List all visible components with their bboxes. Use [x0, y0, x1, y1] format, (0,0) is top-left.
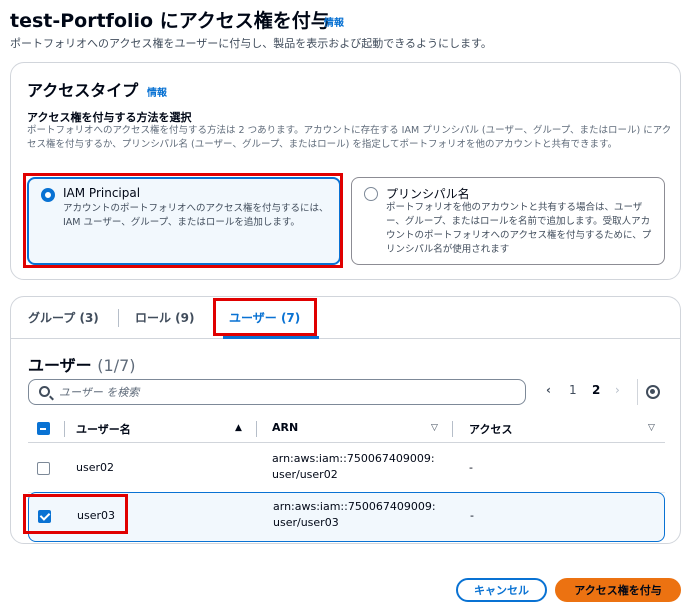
arn-cell: arn:aws:iam::750067409009:user/user03 — [273, 500, 436, 529]
table-row-selected[interactable]: user03 arn:aws:iam::750067409009:user/us… — [28, 492, 665, 542]
gear-icon[interactable] — [646, 385, 660, 399]
access-type-panel: アクセスタイプ 情報 アクセス権を付与する方法を選択 ポートフォリオへのアクセス… — [10, 62, 681, 280]
principals-panel: グループ (3) ロール (9) ユーザー (7) ユーザー (1/7) ‹ 1… — [10, 296, 681, 544]
pagination-page-1[interactable]: 1 — [569, 383, 577, 397]
title-info-link[interactable]: 情報 — [324, 14, 344, 29]
sort-icon[interactable]: ▽ — [431, 423, 438, 433]
access-type-title: アクセスタイプ — [27, 81, 139, 100]
page-description: ポートフォリオへのアクセス権をユーザーに付与し、製品を表示および起動できるように… — [10, 37, 492, 50]
principal-name-tile[interactable]: プリンシパル名 ポートフォリオを他のアカウントと共有する場合は、ユーザー、グルー… — [351, 177, 665, 265]
table-header: ユーザー名 ▲ ARN ▽ アクセス ▽ — [28, 415, 665, 443]
access-method-description: ポートフォリオへのアクセス権を付与する方法は 2 つあります。アカウントに存在す… — [27, 125, 672, 150]
column-header-username[interactable]: ユーザー名 — [76, 421, 131, 437]
user-name-cell: user02 — [76, 461, 114, 474]
sort-asc-icon[interactable]: ▲ — [235, 423, 242, 433]
table-row[interactable]: user02 arn:aws:iam::750067409009:user/us… — [28, 445, 665, 493]
search-box[interactable] — [28, 379, 526, 405]
pagination-page-2[interactable]: 2 — [592, 383, 600, 397]
principal-name-description: ポートフォリオを他のアカウントと共有する場合は、ユーザー、グループ、またはロール… — [386, 202, 652, 255]
access-method-label: アクセス権を付与する方法を選択 — [27, 111, 192, 124]
page-title: test-Portfolio にアクセス権を付与 — [10, 10, 330, 32]
column-separator — [452, 421, 453, 437]
user-name-cell: user03 — [77, 509, 115, 522]
sort-icon[interactable]: ▽ — [648, 423, 655, 433]
column-separator — [256, 421, 257, 437]
tab-groups[interactable]: グループ (3) — [28, 309, 99, 326]
row-checkbox[interactable] — [37, 462, 50, 475]
tab-users[interactable]: ユーザー (7) — [229, 309, 300, 326]
table-title: ユーザー (1/7) — [28, 352, 136, 376]
pagination-next-button[interactable]: › — [615, 383, 620, 397]
tab-separator — [118, 309, 119, 327]
cancel-button[interactable]: キャンセル — [456, 578, 547, 602]
tab-separator — [213, 309, 214, 327]
search-icon — [39, 386, 50, 397]
column-header-arn[interactable]: ARN — [272, 421, 298, 434]
access-cell: - — [469, 461, 473, 474]
tab-roles[interactable]: ロール (9) — [135, 309, 195, 326]
table-count: (1/7) — [97, 356, 136, 375]
iam-principal-label: IAM Principal — [63, 186, 141, 200]
grant-access-button[interactable]: アクセス権を付与 — [555, 578, 681, 602]
iam-principal-radio[interactable] — [41, 188, 55, 202]
column-separator — [64, 421, 65, 437]
table-title-text: ユーザー — [28, 356, 92, 375]
principal-name-label: プリンシパル名 — [386, 187, 470, 201]
search-input[interactable] — [59, 383, 519, 401]
pagination-divider — [637, 379, 638, 405]
principal-name-radio[interactable] — [364, 187, 378, 201]
access-type-info-link[interactable]: 情報 — [147, 84, 167, 99]
iam-principal-description: アカウントのポートフォリオへのアクセス権を付与するには、IAM ユーザー、グルー… — [63, 203, 329, 228]
row-checkbox[interactable] — [38, 510, 51, 523]
select-all-checkbox[interactable] — [37, 422, 50, 435]
active-tab-indicator — [223, 336, 319, 339]
tab-bar: グループ (3) ロール (9) ユーザー (7) — [11, 297, 680, 339]
pagination-prev-button[interactable]: ‹ — [546, 383, 551, 397]
iam-principal-tile[interactable]: IAM Principal アカウントのポートフォリオへのアクセス権を付与するに… — [27, 177, 341, 265]
access-cell: - — [470, 509, 474, 522]
arn-cell: arn:aws:iam::750067409009:user/user02 — [272, 452, 435, 481]
column-header-access[interactable]: アクセス — [469, 421, 512, 437]
